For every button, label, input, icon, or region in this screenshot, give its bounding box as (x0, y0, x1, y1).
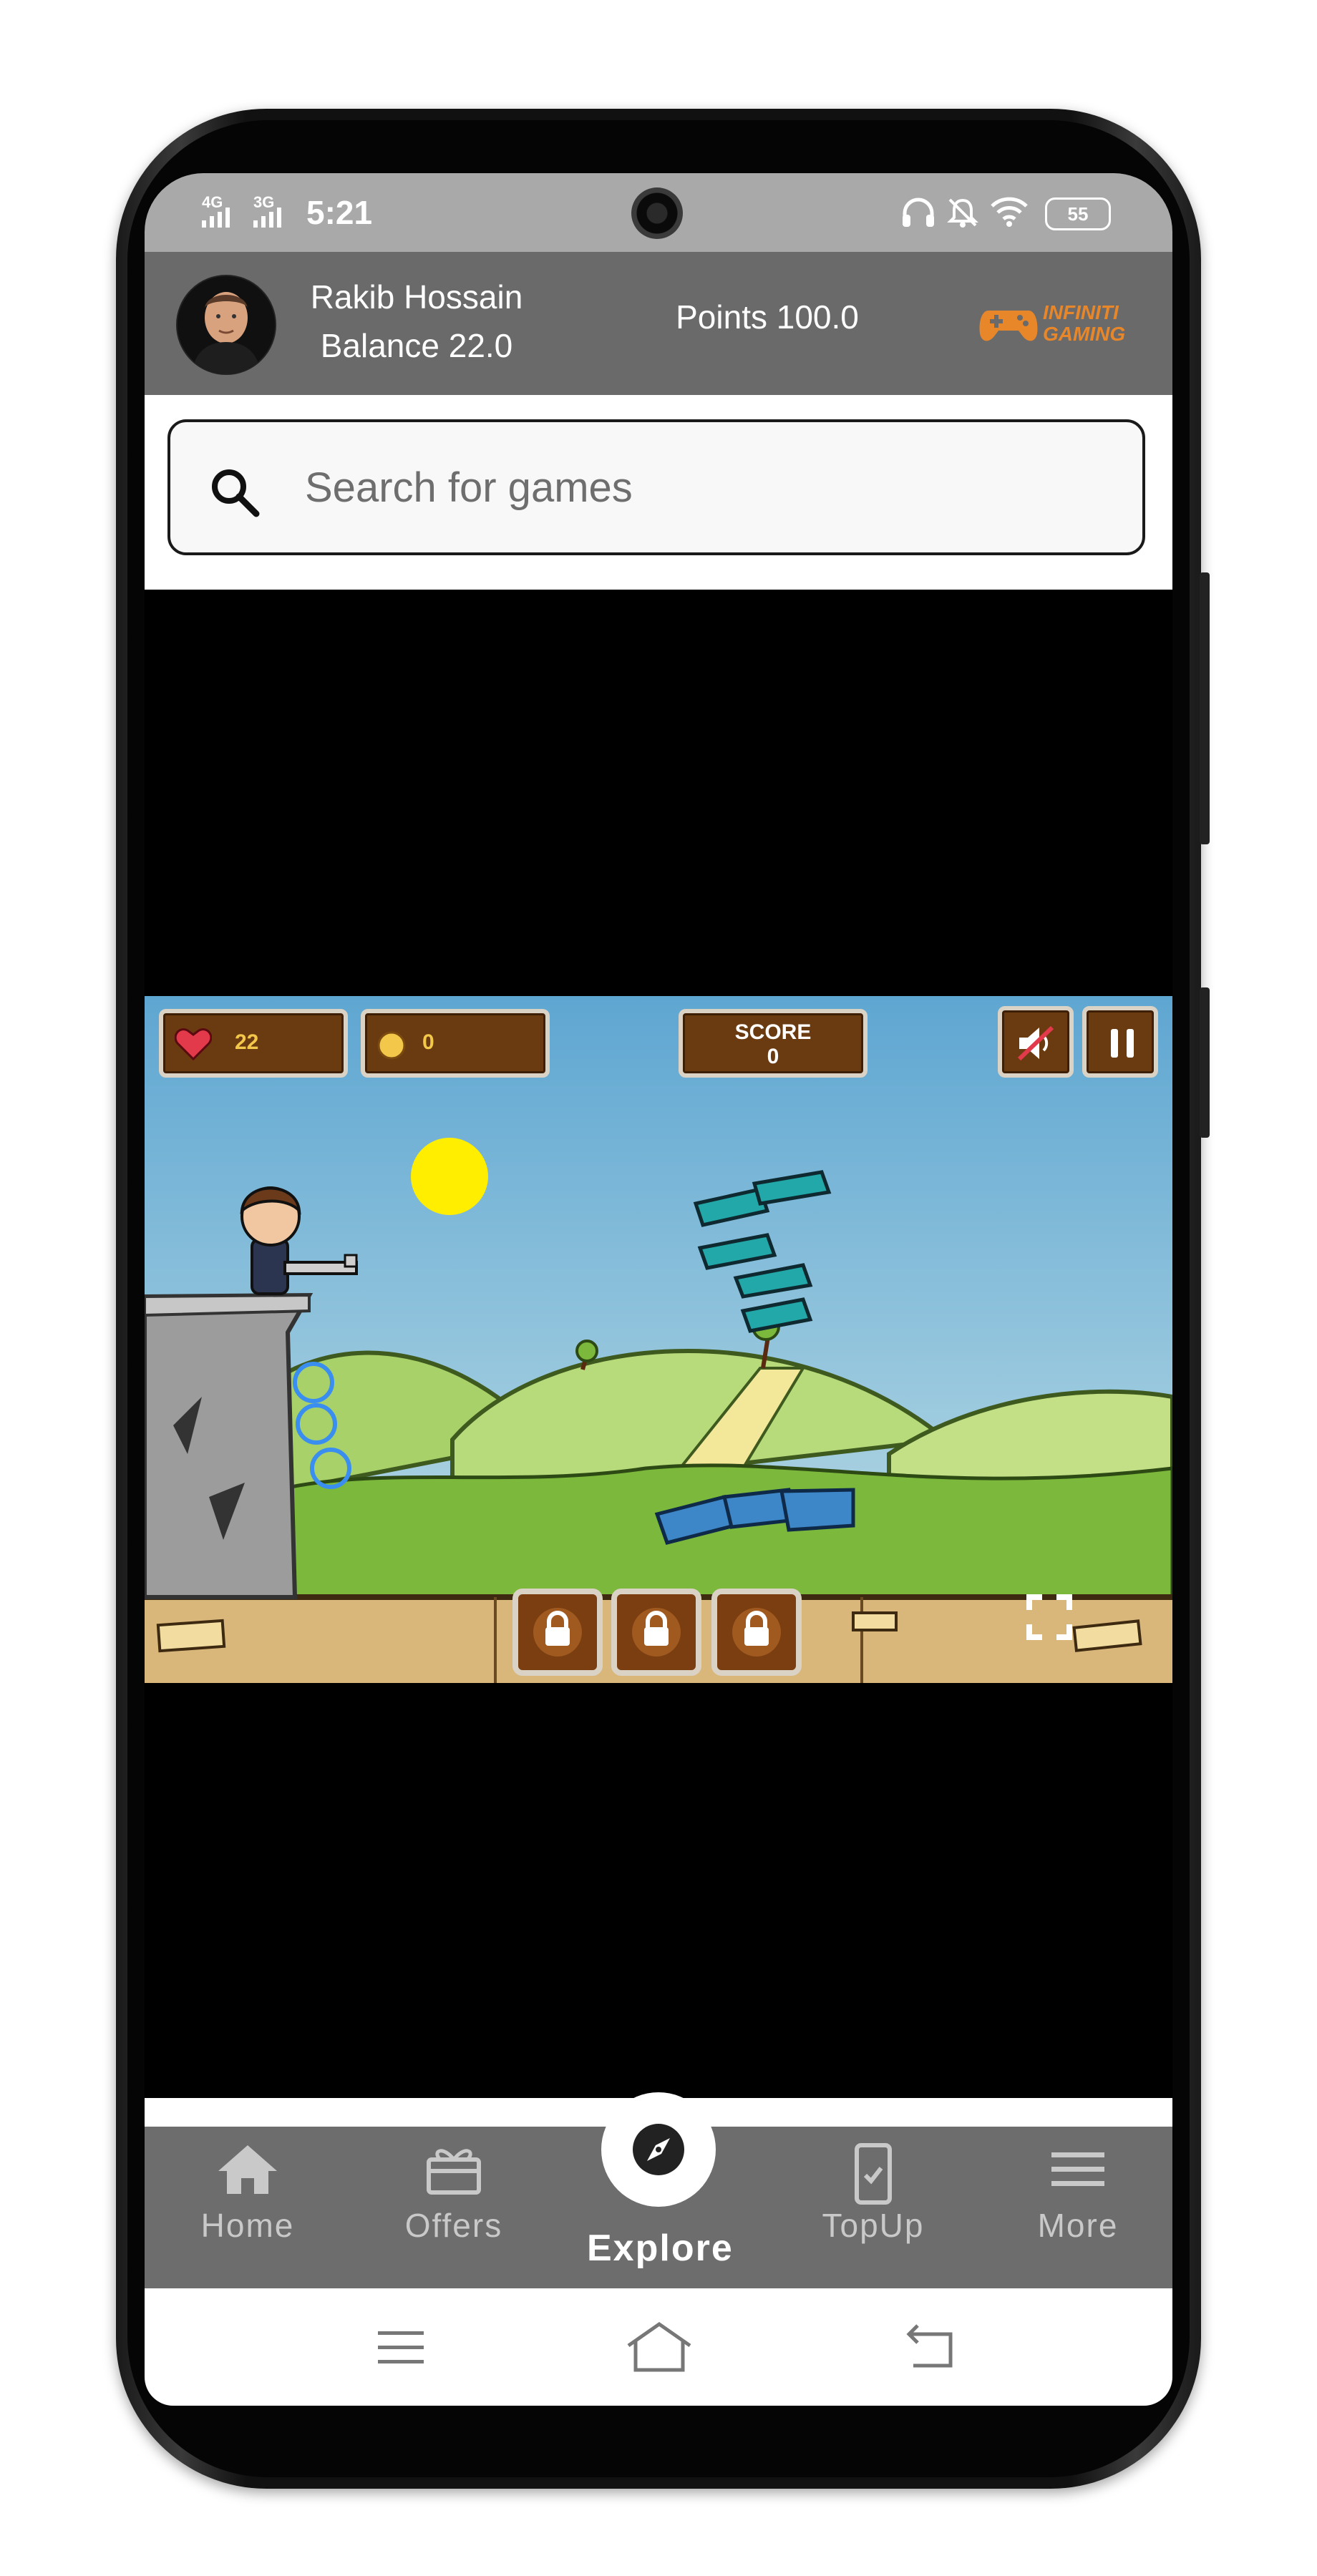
nav-item-topup[interactable]: TopUp (802, 2142, 945, 2245)
game-viewport[interactable]: 22 0 SCORE 0 (145, 590, 1172, 2098)
headphones-icon (903, 197, 934, 227)
score-value: 0 (767, 1045, 779, 1068)
sound-toggle-button[interactable] (998, 1006, 1074, 1078)
front-camera (631, 187, 683, 239)
recent-apps-icon[interactable] (375, 2326, 427, 2368)
search-bar[interactable] (167, 419, 1145, 555)
coins-panel: 0 (361, 1009, 550, 1078)
sun (411, 1138, 488, 1215)
nav-item-offers[interactable]: Offers (382, 2142, 525, 2245)
speaker-muted-icon (1017, 1025, 1054, 1061)
home-icon (218, 2145, 277, 2194)
phone-screen: 4G 3G 5:21 55 Rakib Hossain Balance 22.0… (145, 173, 1172, 2406)
status-bar: 4G 3G 5:21 55 (145, 173, 1172, 252)
brand-logo: INFINITI GAMING (978, 299, 1143, 349)
bell-muted-icon (947, 198, 978, 228)
weapon-slots (512, 1589, 802, 1676)
pause-icon (1111, 1029, 1134, 1058)
pause-button[interactable] (1082, 1006, 1158, 1078)
gift-icon (427, 2149, 481, 2195)
brand-line-2: GAMING (1043, 323, 1126, 345)
phone-topup-icon (855, 2143, 892, 2205)
avatar-portrait (178, 276, 275, 374)
fullscreen-icon[interactable] (1026, 1594, 1072, 1640)
power-key (1200, 987, 1210, 1138)
search-input[interactable] (303, 451, 1094, 524)
user-name: Rakib Hossain (310, 278, 523, 316)
signal-bars-1-icon (202, 208, 233, 228)
search-section (145, 395, 1172, 590)
search-icon (212, 469, 260, 517)
back-icon[interactable] (905, 2323, 956, 2370)
menu-icon (1051, 2152, 1104, 2186)
lives-panel: 22 (159, 1009, 348, 1078)
coin-icon (377, 1031, 406, 1060)
brand-name: INFINITI GAMING (1043, 302, 1125, 345)
nav-label-offers: Offers (404, 2207, 503, 2244)
game-scene (145, 996, 1172, 1683)
nav-label-more: More (1037, 2207, 1119, 2244)
bottom-navigation: Home Offers Explore TopUp More (145, 2092, 1172, 2288)
compass-icon (633, 2124, 684, 2175)
heart-icon (175, 1028, 212, 1060)
home-button-icon[interactable] (626, 2320, 693, 2373)
app-header: Rakib Hossain Balance 22.0 Points 100.0 … (145, 252, 1172, 395)
system-navigation-bar (145, 2288, 1172, 2406)
battery-indicator: 55 (1045, 197, 1111, 230)
nav-label-topup: TopUp (822, 2207, 925, 2244)
coins-count: 0 (422, 1030, 434, 1054)
lives-count: 22 (235, 1030, 259, 1054)
volume-key (1200, 572, 1210, 844)
score-label: SCORE (734, 1020, 812, 1044)
nav-item-more[interactable]: More (1006, 2142, 1150, 2245)
nav-label-home: Home (200, 2207, 295, 2244)
nav-item-home[interactable]: Home (176, 2142, 319, 2245)
avatar[interactable] (176, 275, 276, 375)
user-balance: Balance 22.0 (320, 327, 513, 364)
status-time: 5:21 (306, 194, 373, 231)
nav-item-explore[interactable] (601, 2092, 716, 2207)
brand-line-1: INFINITI (1043, 301, 1119, 323)
signal-bars-2-icon (253, 208, 285, 228)
gamepad-icon (979, 311, 1038, 341)
game-canvas[interactable]: 22 0 SCORE 0 (145, 996, 1172, 1683)
points-display: Points 100.0 (676, 298, 859, 336)
nav-label-explore[interactable]: Explore (587, 2227, 732, 2270)
score-panel: SCORE 0 (679, 1009, 868, 1078)
wifi-icon (991, 197, 1028, 227)
